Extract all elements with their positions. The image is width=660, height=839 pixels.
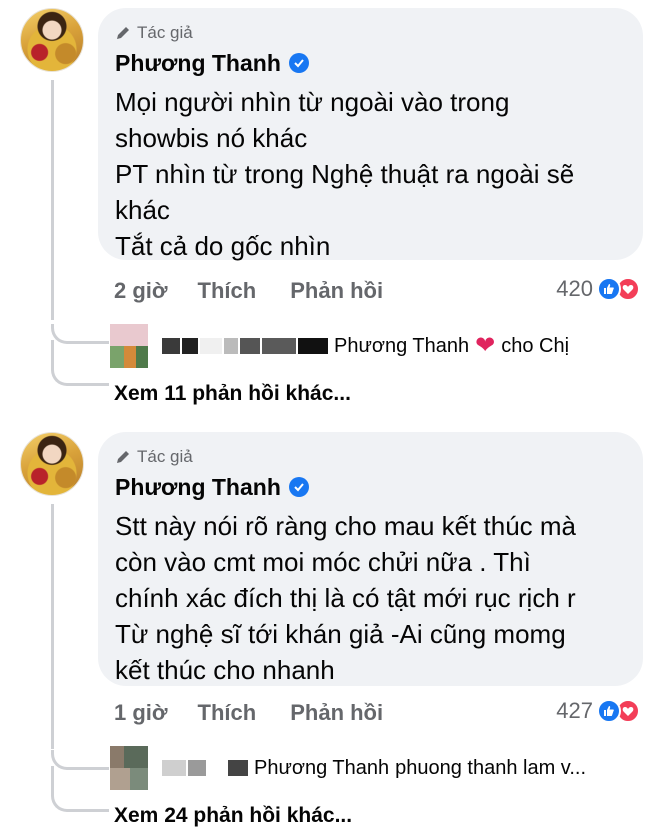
- reply-button[interactable]: Phản hồi: [290, 278, 383, 304]
- author-avatar[interactable]: [20, 8, 84, 72]
- like-reaction-icon: [597, 277, 621, 301]
- author-avatar[interactable]: [20, 432, 84, 496]
- redacted-name: [262, 338, 296, 354]
- redacted-name: [228, 760, 248, 776]
- reply-preview[interactable]: Phương Thanh ❤ cho Chị: [110, 324, 569, 368]
- badge-label: Tác giả: [137, 23, 193, 42]
- reply-tail: cho Chị: [501, 334, 570, 357]
- verified-badge-icon: [288, 53, 309, 73]
- comment-time[interactable]: 1 giờ: [114, 700, 168, 726]
- thread-branch: [51, 750, 109, 770]
- pen-icon: [117, 27, 129, 39]
- redacted-name: [224, 338, 238, 354]
- pen-icon: [117, 451, 129, 463]
- redacted-name: [162, 338, 180, 354]
- badge-label: Tác giả: [137, 447, 193, 466]
- comment-bubble: Tác giả Phương Thanh Stt này nói rõ ràng…: [98, 432, 643, 686]
- view-more-replies[interactable]: Xem 24 phản hồi khác...: [114, 804, 352, 828]
- like-button[interactable]: Thích: [198, 278, 257, 304]
- comment-actions: 2 giờ Thích Phản hồi: [114, 278, 417, 304]
- author-badge: Tác giả: [115, 22, 627, 44]
- redacted-name: [162, 760, 186, 776]
- reply-preview[interactable]: Phương Thanh phuong thanh lam v...: [110, 746, 586, 790]
- author-name[interactable]: Phương Thanh: [115, 474, 281, 501]
- replier-avatar[interactable]: [110, 746, 148, 790]
- view-more-replies[interactable]: Xem 11 phản hồi khác...: [114, 382, 351, 406]
- comment: Tác giả Phương Thanh Mọi người nhìn từ n…: [0, 0, 660, 420]
- comment-actions: 1 giờ Thích Phản hồi: [114, 700, 417, 726]
- thread-branch: [51, 792, 109, 812]
- reply-tail: phuong thanh lam v...: [395, 756, 586, 779]
- thread-branch: [51, 366, 109, 386]
- reply-snippet: Phương Thanh phuong thanh lam v...: [162, 757, 586, 780]
- redacted-name: [240, 338, 260, 354]
- heart-icon: ❤: [475, 332, 496, 359]
- reply-mention[interactable]: Phương Thanh: [334, 335, 469, 358]
- author-badge: Tác giả: [115, 446, 627, 468]
- thread-line: [51, 504, 54, 749]
- thread-line: [51, 80, 54, 320]
- comment-time[interactable]: 2 giờ: [114, 278, 168, 304]
- thread-branch: [51, 324, 109, 344]
- redacted-name: [188, 760, 206, 776]
- reaction-summary[interactable]: 420: [556, 276, 640, 302]
- reaction-count: 420: [556, 276, 593, 301]
- redacted-name: [182, 338, 198, 354]
- like-button[interactable]: Thích: [198, 700, 257, 726]
- redacted-name: [298, 338, 328, 354]
- replier-avatar[interactable]: [110, 324, 148, 368]
- like-reaction-icon: [597, 699, 621, 723]
- comment: Tác giả Phương Thanh Stt này nói rõ ràng…: [0, 424, 660, 839]
- redacted-name: [208, 760, 226, 776]
- comment-text: Stt này nói rõ ràng cho mau kết thúc mà …: [115, 511, 577, 685]
- reply-button[interactable]: Phản hồi: [290, 700, 383, 726]
- author-name[interactable]: Phương Thanh: [115, 50, 281, 77]
- redacted-name: [200, 338, 222, 354]
- verified-badge-icon: [288, 477, 309, 497]
- reaction-summary[interactable]: 427: [556, 698, 640, 724]
- reply-mention[interactable]: Phương Thanh: [254, 757, 389, 780]
- reaction-count: 427: [556, 698, 593, 723]
- reply-snippet: Phương Thanh ❤ cho Chị: [162, 334, 569, 358]
- comment-bubble: Tác giả Phương Thanh Mọi người nhìn từ n…: [98, 8, 643, 261]
- comment-text: Mọi người nhìn từ ngoài vào trong showbi…: [115, 87, 575, 261]
